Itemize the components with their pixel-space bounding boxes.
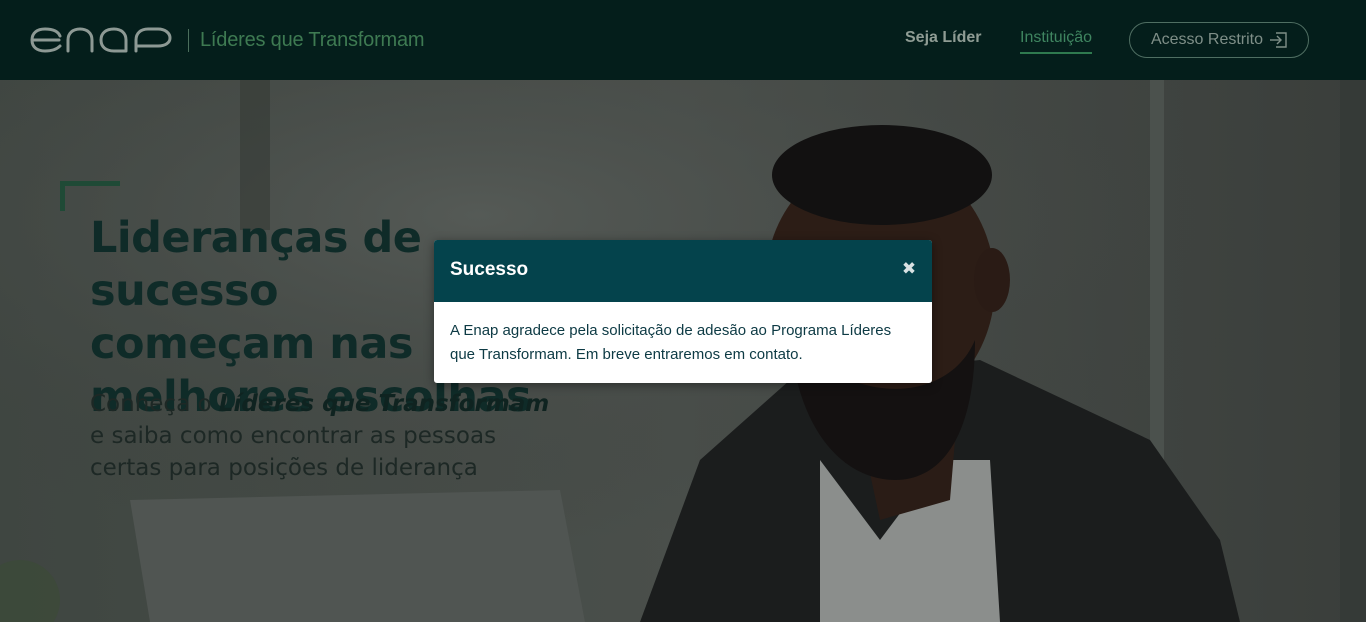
nav-seja-lider[interactable]: Seja Líder	[905, 29, 981, 47]
modal-message: A Enap agradece pela solicitação de ades…	[450, 322, 892, 363]
top-navbar: enap Líderes que Transformam Seja Líder …	[0, 0, 1366, 80]
login-arrow-icon	[1270, 32, 1287, 48]
logo-divider	[188, 29, 189, 52]
acesso-restrito-button[interactable]: Acesso Restrito	[1129, 22, 1309, 58]
success-modal: Sucesso ✖ A Enap agradece pela solicitaç…	[434, 240, 932, 383]
site-tagline[interactable]: Líderes que Transformam	[200, 29, 425, 52]
modal-header: Sucesso ✖	[434, 240, 932, 302]
acesso-restrito-label: Acesso Restrito	[1150, 31, 1264, 48]
modal-title: Sucesso	[450, 259, 529, 280]
enap-logo[interactable]: enap	[30, 27, 172, 53]
nav-instituicao[interactable]: Instituição	[1020, 29, 1093, 54]
close-icon[interactable]: ✖	[901, 259, 917, 279]
